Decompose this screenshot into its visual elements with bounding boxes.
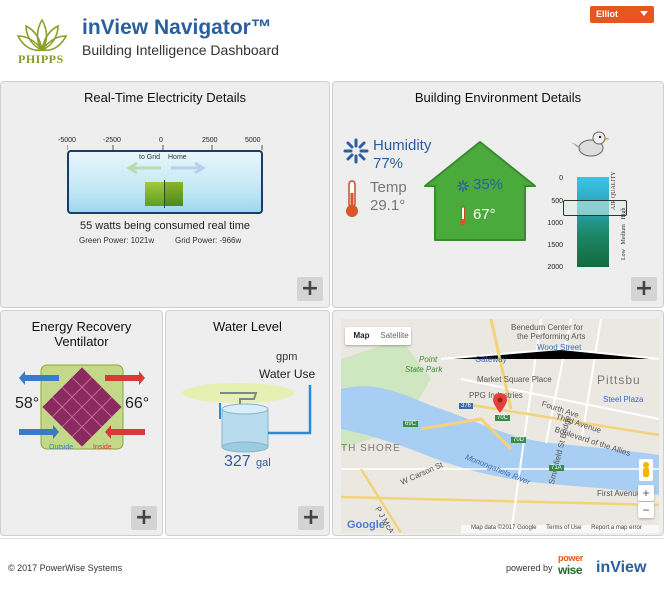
user-menu-label: Elliot <box>596 9 618 19</box>
aq-tick: 1500 <box>547 242 563 249</box>
app-title: inView Navigator™ <box>82 16 272 39</box>
map-view[interactable]: Map Satellite Benedum Center for the Per… <box>341 319 659 533</box>
temp-value: 29.1° <box>370 197 406 214</box>
erv-inside-temp: 66° <box>125 395 150 412</box>
aq-tick: 500 <box>551 198 563 205</box>
footer: © 2017 PowerWise Systems powered by powe… <box>0 538 664 589</box>
map-footer: Map data ©2017 Google Terms of Use Repor… <box>461 525 659 533</box>
location-pin-icon[interactable] <box>493 393 507 413</box>
map-terms-link[interactable]: Terms of Use <box>546 525 581 531</box>
aq-axis-label: AIR QUALITY <box>611 171 617 211</box>
gpm-label: gpm <box>276 351 298 363</box>
expand-water-button[interactable]: + <box>298 506 324 530</box>
map-type-control: Map Satellite <box>345 327 411 345</box>
inside-temp-value: 67° <box>473 206 496 223</box>
electricity-title: Real-Time Electricity Details <box>83 90 247 105</box>
meter-tick: 5000 <box>245 137 261 144</box>
app-subtitle: Building Intelligence Dashboard <box>82 42 279 58</box>
map-label: Steel Plaza <box>603 395 644 404</box>
route-shield: 70D <box>511 437 527 443</box>
flow-arrows <box>126 161 206 175</box>
google-logo: Google <box>347 519 385 531</box>
map-label: Market Square Place <box>477 375 552 384</box>
electricity-panel: Real-Time Electricity Details -5000 -250… <box>0 81 330 308</box>
map-label: Benedum Center for <box>511 323 584 332</box>
meter-tick: 2500 <box>202 137 218 144</box>
route-shield: 70C <box>495 415 511 421</box>
water-tank-diagram <box>182 383 312 453</box>
dashboard-page: PHIPPS inView Navigator™ Building Intell… <box>0 0 664 589</box>
green-power-readout: Green Power: 1021w <box>79 236 155 245</box>
route-shield: 69C <box>403 421 419 427</box>
temp-label: Temp <box>370 179 407 196</box>
environment-title: Building Environment Details <box>414 90 582 105</box>
map-panel: Map Satellite Benedum Center for the Per… <box>332 310 664 536</box>
user-menu-button[interactable]: Elliot <box>590 6 654 23</box>
grid-power-readout: Grid Power: -966w <box>175 236 242 245</box>
meter-tick: 0 <box>159 137 163 144</box>
inside-humidity-icon <box>457 180 469 192</box>
inview-logo: inView <box>596 559 647 576</box>
map-label: State Park <box>405 365 443 374</box>
map-label: TH SHORE <box>341 443 401 454</box>
zoom-out-button[interactable]: − <box>638 502 654 518</box>
powerwise-logo-power: power <box>558 553 584 563</box>
meter-tick: -2500 <box>103 137 121 144</box>
map-label: Gateway <box>475 355 507 364</box>
humidity-value: 77% <box>373 155 404 172</box>
expand-electricity-button[interactable]: + <box>297 277 323 301</box>
humidity-icon <box>343 138 369 164</box>
erv-panel: Energy Recovery Ventilator 58° 66° Outsi… <box>0 310 163 536</box>
water-amount: 327 <box>224 453 251 470</box>
powered-by-label: powered by <box>506 563 553 573</box>
map-label: Wood Street <box>537 343 582 352</box>
erv-outside-label: Outside <box>49 444 74 451</box>
aq-tick: 2000 <box>547 264 563 271</box>
inside-thermometer-icon <box>460 206 466 225</box>
route-shield: 71A <box>549 465 564 471</box>
erv-inside-label: Inside <box>93 444 112 451</box>
expand-erv-button[interactable]: + <box>131 506 157 530</box>
zoom-in-button[interactable]: + <box>638 485 654 501</box>
logo-text: PHIPPS <box>18 52 64 66</box>
thermometer-icon <box>346 180 358 217</box>
map-label: Point <box>419 355 438 364</box>
header: PHIPPS inView Navigator™ Building Intell… <box>0 0 664 80</box>
map-base <box>341 319 659 533</box>
map-data-text: Map data ©2017 Google <box>471 525 537 531</box>
pegman-icon[interactable] <box>639 459 653 481</box>
aq-levels-label: Low Medium High <box>621 207 627 260</box>
erv-title-line2: Ventilator <box>54 334 109 349</box>
green-power-bar <box>145 182 165 206</box>
water-title: Water Level <box>213 319 282 334</box>
copyright: © 2017 PowerWise Systems <box>8 563 123 573</box>
route-shield: 376 <box>459 403 474 409</box>
aq-tick: 0 <box>559 175 563 182</box>
map-label: Pittsbu <box>597 373 641 387</box>
erv-outside-temp: 58° <box>15 395 40 412</box>
water-unit: gal <box>256 457 271 469</box>
aq-tick: 1000 <box>547 220 563 227</box>
grid-power-bar <box>165 182 183 206</box>
power-meter: to Grid Home <box>67 150 263 214</box>
air-quality-indicator <box>563 200 627 216</box>
environment-panel: Building Environment Details Humidity 77… <box>332 81 664 308</box>
inside-humidity-value: 35% <box>473 176 504 193</box>
powerwise-logo-wise: wise <box>558 563 583 577</box>
meter-tick: -5000 <box>58 137 76 144</box>
erv-title-line1: Energy Recovery <box>31 319 132 334</box>
map-label: the Performing Arts <box>517 332 586 341</box>
bird-icon <box>571 131 610 157</box>
map-report-link[interactable]: Report a map error <box>591 525 642 531</box>
expand-environment-button[interactable]: + <box>631 277 657 301</box>
meter-zero-line <box>164 180 165 208</box>
map-type-satellite-button[interactable]: Satellite <box>378 327 411 345</box>
chevron-down-icon <box>640 11 648 16</box>
water-panel: Water Level gpm Water Use 327 gal + <box>165 310 330 536</box>
air-quality-bar <box>577 177 609 267</box>
usage-text: 55 watts being consumed real time <box>80 220 250 232</box>
map-label: First Avenue <box>597 489 642 498</box>
map-type-map-button[interactable]: Map <box>345 327 378 345</box>
